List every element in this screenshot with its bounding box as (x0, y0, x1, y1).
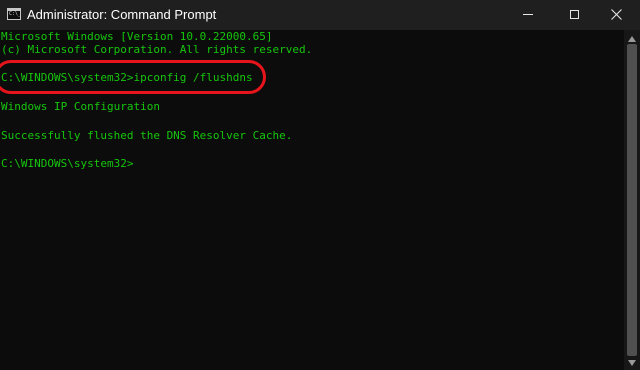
maximize-icon (570, 10, 579, 19)
window-title: Administrator: Command Prompt (27, 7, 217, 22)
scroll-down-arrow-icon[interactable] (628, 360, 636, 366)
console-line: Successfully flushed the DNS Resolver Ca… (1, 129, 293, 142)
console-line: (c) Microsoft Corporation. All rights re… (1, 43, 313, 56)
console-line: C:\WINDOWS\system32> (1, 157, 134, 170)
maximize-button[interactable] (551, 0, 597, 30)
command-prompt-icon: C:\_ (7, 8, 21, 20)
scrollbar-thumb[interactable] (627, 44, 637, 356)
command-prompt-window: C:\_ Administrator: Command Prompt Micro… (0, 0, 640, 370)
close-button[interactable] (594, 0, 640, 30)
minimize-button[interactable] (505, 0, 551, 30)
command-highlight-annotation (0, 60, 266, 94)
title-bar[interactable]: C:\_ Administrator: Command Prompt (0, 0, 640, 30)
minimize-icon (523, 14, 533, 15)
console-line: Windows IP Configuration (1, 100, 160, 113)
scroll-up-arrow-icon[interactable] (628, 36, 636, 42)
app-icon-label: C:\_ (9, 11, 22, 17)
close-icon (611, 9, 622, 20)
vertical-scrollbar[interactable] (624, 30, 640, 370)
